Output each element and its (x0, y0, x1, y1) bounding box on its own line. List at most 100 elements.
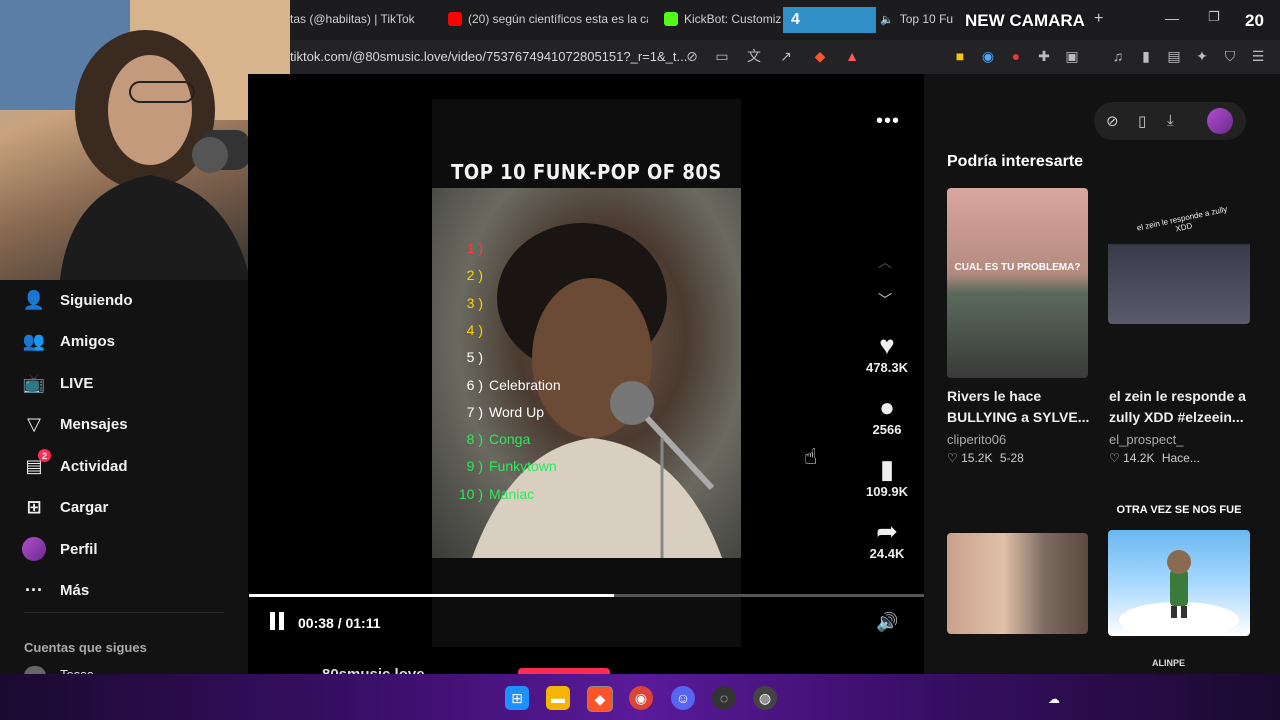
sidebar-item-mensajes[interactable]: ▽ Mensajes (22, 412, 127, 436)
share-arrow-icon: ➦ (876, 516, 898, 546)
recommend-card-title[interactable]: Rivers le hace BULLYING a SYLVE... (947, 386, 1092, 428)
sidebar-item-actividad[interactable]: ▤ 2 Actividad (22, 449, 128, 478)
activity-badge: 2 (38, 449, 51, 462)
recommend-card-meta: ♡ 15.2K 5-28 (947, 451, 1024, 465)
menu-icon[interactable]: ☰ (1248, 46, 1268, 66)
rank-number: 1 ) (466, 240, 483, 256)
bookmark-icon: ▮ (879, 454, 895, 484)
like-button[interactable]: ♥ 478.3K (862, 330, 912, 375)
sidebar-item-perfil[interactable]: Perfil (22, 537, 98, 561)
cast-icon[interactable]: ▭ (712, 46, 732, 66)
obs-icon[interactable]: ◌ (712, 686, 736, 710)
previous-video-icon[interactable]: ︿ (878, 252, 892, 272)
recommend-card-thumbnail[interactable] (1108, 530, 1250, 636)
leo-ai-icon[interactable]: ✦ (1192, 46, 1212, 66)
live-tv-icon: 📺 (22, 372, 46, 393)
tab-tiktok-profile[interactable]: tas (@habiitas) | TikTok (290, 6, 440, 32)
recommend-card-thumbnail[interactable] (947, 533, 1088, 634)
share-icon[interactable]: ↗ (776, 46, 796, 66)
extension-yellow-icon[interactable]: ■ (950, 46, 970, 66)
video-overlay-title: TOP 10 FUNK-POP OF 80S (451, 160, 722, 184)
sidebar-item-cargar[interactable]: ⊞ Cargar (22, 495, 108, 519)
minimize-icon[interactable]: — (1165, 10, 1179, 26)
sidebar-item-amigos[interactable]: 👥 Amigos (22, 329, 115, 353)
maximize-icon[interactable]: ❐ (1208, 9, 1220, 25)
rank-row: 9 ) Funkytown (455, 458, 557, 474)
thumbnail-caption: OTRA VEZ SE NOS FUE (1116, 504, 1242, 516)
sidebar-item-label: Cargar (60, 498, 109, 516)
next-video-icon[interactable]: ﹀ (878, 290, 892, 310)
vpn-shield-icon[interactable]: ⛉ (1220, 46, 1240, 66)
recommend-card-title[interactable]: el zein le responde a zully XDD #elzeein… (1109, 386, 1254, 428)
rank-number: 6 ) (466, 376, 483, 393)
tab-youtube[interactable]: (20) según científicos esta es la ca (448, 6, 648, 32)
music-icon[interactable]: ♫ (1108, 46, 1128, 66)
extension-red-icon[interactable]: ● (1006, 46, 1026, 66)
tab-label: (20) según científicos esta es la ca (468, 12, 648, 26)
sidebar-item-live[interactable]: 📺 LIVE (22, 371, 94, 395)
tray-cloud-icon[interactable]: ☁ (1048, 692, 1060, 706)
tab-tiktok-video[interactable]: 🔈 Top 10 Fu (880, 6, 970, 32)
recommend-title: Podría interesarte (947, 153, 1084, 170)
brave-rewards-icon[interactable]: ▲ (842, 46, 862, 66)
recommend-card-thumbnail[interactable]: CUAL ES TU PROBLEMA? (947, 188, 1088, 378)
save-count: 109.9K (866, 484, 908, 499)
overlay-counter-left: 4 (791, 11, 800, 28)
new-tab-icon[interactable]: + (1094, 10, 1103, 28)
following-header: Cuentas que sigues (24, 640, 147, 655)
download-icon[interactable]: ⤓ (1167, 112, 1174, 129)
extensions-puzzle-icon[interactable]: ✚ (1034, 46, 1054, 66)
sidebar-toggle-icon[interactable]: ▮ (1136, 46, 1156, 66)
discord-icon[interactable]: ☺ (671, 686, 695, 710)
rank-row: 5 ) (455, 349, 489, 365)
tab-kickbot[interactable]: KickBot: Customiza (664, 6, 782, 32)
wallet-icon[interactable]: ▤ (1164, 46, 1184, 66)
rank-row: 10 ) Maniac (455, 486, 534, 502)
rank-number: 7 ) (466, 403, 483, 420)
rank-song: Funkytown (489, 458, 557, 475)
chrome-icon[interactable]: ◉ (629, 686, 653, 710)
compass-icon[interactable]: ⊘ (1106, 112, 1119, 130)
recommend-card-author[interactable]: cliperito06 (947, 432, 1006, 447)
comment-button[interactable]: ● 2566 (862, 392, 912, 437)
camera-label: NEW CAMARA (965, 11, 1085, 30)
extension-wifi-icon[interactable]: ◉ (978, 46, 998, 66)
translate-icon[interactable]: 文 (744, 46, 764, 66)
rank-row: 2 ) (455, 267, 489, 283)
recommend-card-thumbnail[interactable]: el zein le responde a zully XDD (1108, 200, 1250, 324)
no-tracking-icon[interactable]: ⊘ (682, 46, 702, 66)
brave-shield-icon[interactable]: ◆ (810, 46, 830, 66)
app-icon[interactable]: ◍ (753, 686, 777, 710)
save-button[interactable]: ▮ 109.9K (862, 454, 912, 499)
sidebar-divider (24, 612, 224, 613)
brave-browser-icon[interactable]: ◆ (587, 686, 613, 712)
progress-fill (249, 594, 614, 597)
rank-song: Conga (489, 431, 531, 448)
volume-icon[interactable]: 🔊 (876, 612, 898, 633)
device-icon[interactable]: ▯ (1138, 112, 1146, 130)
extension-box-icon[interactable]: ▣ (1062, 46, 1082, 66)
more-options-icon[interactable]: ••• (876, 110, 900, 133)
card-date: 5-28 (999, 451, 1024, 465)
share-button[interactable]: ➦ 24.4K (862, 516, 912, 561)
rank-row: 7 ) Word Up (455, 404, 544, 420)
sidebar-item-label: LIVE (60, 374, 94, 392)
sidebar-item-label: Más (60, 581, 90, 599)
sidebar-item-mas[interactable]: ··· Más (22, 578, 89, 602)
friends-icon: 👥 (22, 330, 46, 351)
url-field[interactable]: tiktok.com/@80smusic.love/video/75376749… (290, 49, 687, 64)
card-likes: 14.2K (1123, 451, 1155, 465)
profile-avatar[interactable] (1207, 108, 1233, 134)
recommend-card-author[interactable]: el_prospect_ (1109, 432, 1183, 447)
rank-song: Word Up (489, 403, 544, 420)
rank-number: 5 ) (466, 349, 483, 366)
pause-button[interactable] (270, 612, 288, 632)
speaker-icon: 🔈 (880, 13, 894, 26)
person-follow-icon: 👤 (22, 289, 46, 310)
heart-outline-icon: ♡ (1109, 451, 1120, 465)
file-explorer-icon[interactable]: ▬ (546, 686, 570, 710)
sidebar-item-label: Actividad (60, 457, 128, 475)
windows-start-icon[interactable]: ⊞ (505, 686, 529, 710)
cartoon-character-illustration (1119, 550, 1239, 636)
sidebar-item-siguiendo[interactable]: 👤 Siguiendo (22, 288, 133, 312)
